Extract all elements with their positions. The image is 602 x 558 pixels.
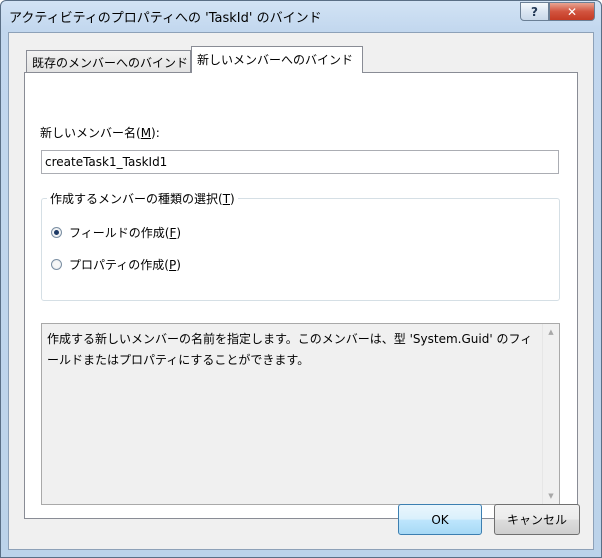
title-bar[interactable]: アクティビティのプロパティへの 'TaskId' のバインド ? ✕	[1, 1, 601, 31]
radio-create-field-label: フィールドの作成(F)	[69, 226, 182, 240]
tab-label: 新しいメンバーへのバインド	[197, 53, 354, 67]
description-text: 作成する新しいメンバーの名前を指定します。このメンバーは、型 'System.G…	[47, 332, 533, 367]
help-icon: ?	[531, 4, 538, 19]
radio-create-property[interactable]: プロパティの作成(P)	[51, 256, 181, 273]
tab-label: 既存のメンバーへのバインド	[32, 56, 189, 70]
new-member-name-label: 新しいメンバー名(M):	[40, 126, 160, 140]
radio-create-property-label: プロパティの作成(P)	[69, 258, 181, 272]
new-member-name-input[interactable]	[41, 150, 559, 174]
scroll-down-arrow-icon[interactable]: ▼	[543, 488, 559, 504]
radio-button-checked[interactable]	[51, 227, 62, 238]
radio-dot-icon	[54, 230, 59, 235]
dialog-client-area: 既存のメンバーへのバインド 新しいメンバーへのバインド 新しいメンバー名(M):…	[8, 32, 594, 550]
cancel-button[interactable]: キャンセル	[494, 504, 580, 535]
radio-create-field[interactable]: フィールドの作成(F)	[51, 224, 181, 241]
member-type-legend: 作成するメンバーの種類の選択(T)	[47, 190, 238, 207]
close-icon: ✕	[566, 4, 578, 19]
scroll-up-arrow-icon[interactable]: ▲	[543, 324, 559, 340]
radio-button-unchecked[interactable]	[51, 259, 62, 270]
member-type-groupbox: 作成するメンバーの種類の選択(T) フィールドの作成(F) プロパティの作成(P…	[41, 190, 560, 301]
help-button[interactable]: ?	[520, 2, 549, 21]
tab-panel-new-member: 新しいメンバー名(M): 作成するメンバーの種類の選択(T) フィールドの作成(…	[24, 72, 578, 519]
tab-bind-new-member[interactable]: 新しいメンバーへのバインド	[191, 46, 363, 73]
description-scrollbar[interactable]: ▲ ▼	[542, 324, 559, 504]
close-button[interactable]: ✕	[549, 2, 595, 21]
tab-bind-existing-member[interactable]: 既存のメンバーへのバインド	[26, 50, 191, 72]
ok-button[interactable]: OK	[398, 504, 482, 535]
window-title: アクティビティのプロパティへの 'TaskId' のバインド	[9, 11, 322, 26]
dialog-window: アクティビティのプロパティへの 'TaskId' のバインド ? ✕ 既存のメン…	[0, 0, 602, 558]
description-textbox[interactable]: 作成する新しいメンバーの名前を指定します。このメンバーは、型 'System.G…	[41, 323, 560, 505]
